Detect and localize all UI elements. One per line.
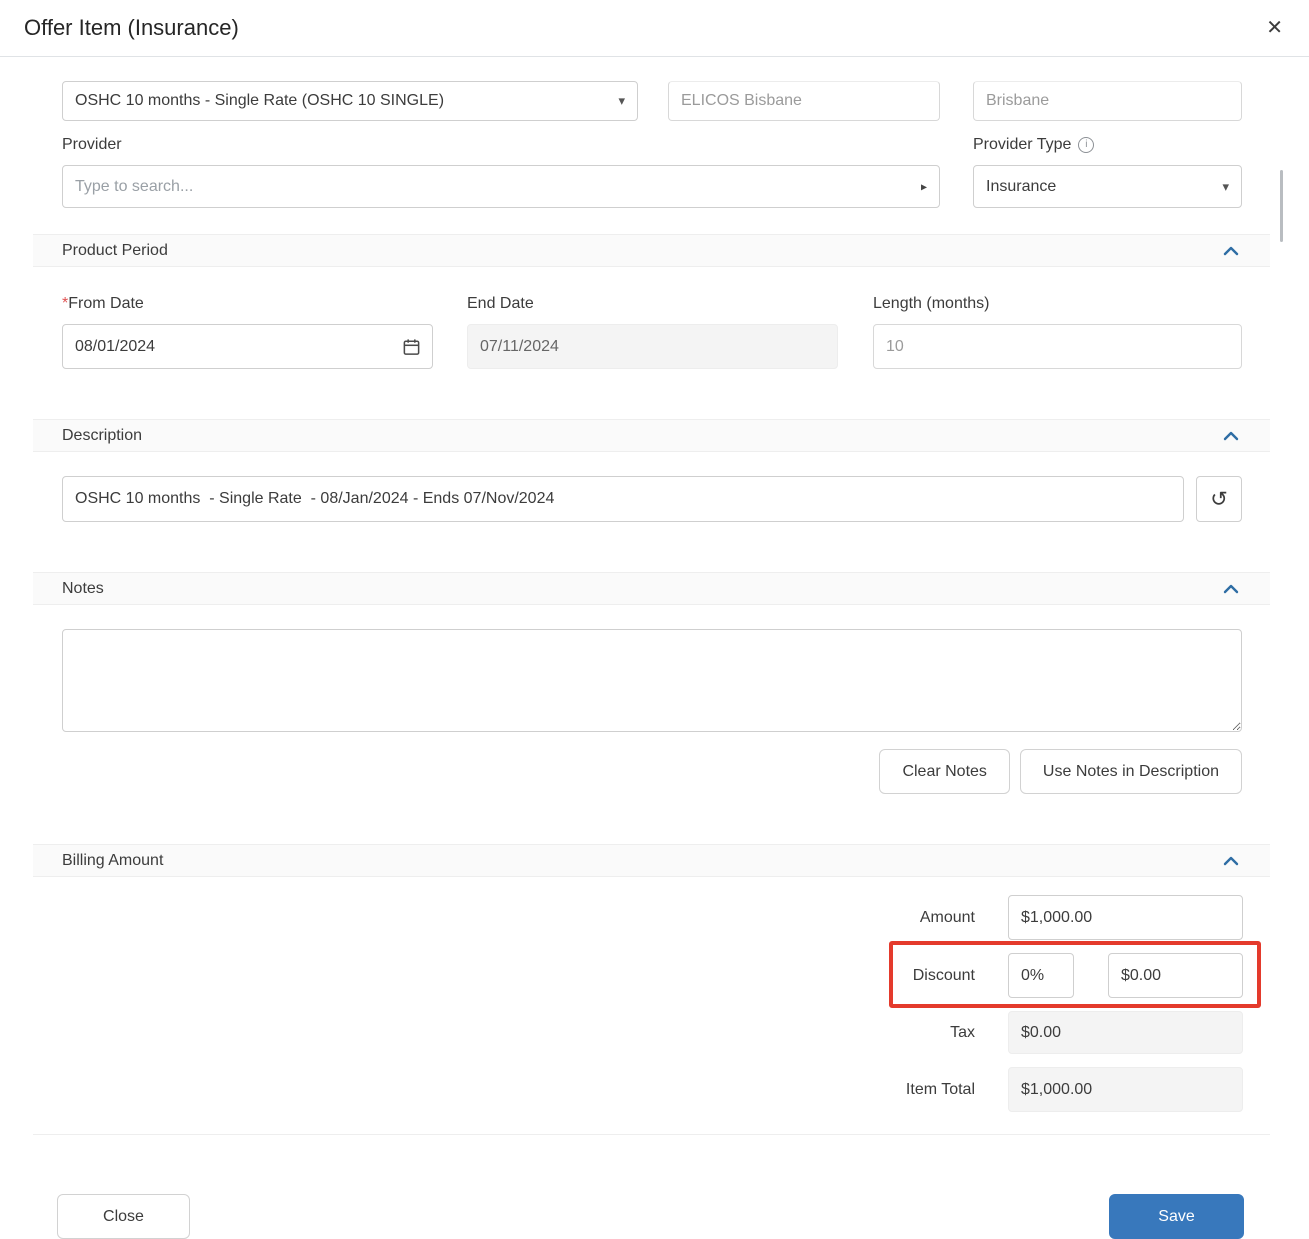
provider-row: Provider ▸ Provider Typei Insurance ▾ <box>62 134 1242 208</box>
section-product-period: Product Period *From Date <box>33 234 1270 393</box>
product-select-value: OSHC 10 months - Single Rate (OSHC 10 SI… <box>75 92 444 110</box>
modal-content: OSHC 10 months - Single Rate (OSHC 10 SI… <box>0 57 1309 1239</box>
discount-amount-input[interactable] <box>1108 953 1243 998</box>
description-input[interactable] <box>62 476 1184 522</box>
amount-label: Amount <box>920 909 975 927</box>
amount-input[interactable] <box>1008 895 1243 940</box>
provider-search-input[interactable] <box>62 165 940 208</box>
section-header-billing-amount: Billing Amount <box>33 844 1270 877</box>
collapse-chevron-icon[interactable] <box>1222 582 1240 596</box>
discount-percent-input[interactable] <box>1008 953 1074 998</box>
discount-row: Discount <box>62 953 1243 998</box>
section-notes: Notes Clear Notes Use Notes in Descripti… <box>33 572 1270 818</box>
end-date-field: 07/11/2024 <box>467 324 838 369</box>
scrollbar-thumb[interactable] <box>1280 170 1283 242</box>
item-total-label: Item Total <box>906 1081 975 1099</box>
section-header-notes: Notes <box>33 572 1270 605</box>
campus-field[interactable] <box>973 81 1242 121</box>
chevron-down-icon: ▾ <box>1222 179 1229 195</box>
chevron-down-icon: ▾ <box>618 93 625 109</box>
length-label: Length (months) <box>873 293 1242 315</box>
use-notes-in-description-button[interactable]: Use Notes in Description <box>1020 749 1242 794</box>
close-button[interactable]: Close <box>57 1194 190 1239</box>
save-button[interactable]: Save <box>1109 1194 1244 1239</box>
end-date-label: End Date <box>467 293 838 315</box>
section-header-description: Description <box>33 419 1270 452</box>
collapse-chevron-icon[interactable] <box>1222 429 1240 443</box>
page-title: Offer Item (Insurance) <box>24 15 239 41</box>
from-date-input[interactable] <box>62 324 433 369</box>
item-total-row: Item Total $1,000.00 <box>62 1067 1243 1112</box>
section-billing-amount: Billing Amount Amount Discount Tax $0.00… <box>33 844 1270 1135</box>
reset-description-button[interactable]: ↺ <box>1196 476 1242 522</box>
info-icon[interactable]: i <box>1078 137 1094 153</box>
item-total-field: $1,000.00 <box>1008 1067 1243 1112</box>
provider-type-select[interactable]: Insurance ▾ <box>973 165 1242 208</box>
section-title: Product Period <box>62 242 168 260</box>
close-icon[interactable]: ✕ <box>1266 18 1283 38</box>
section-title: Description <box>62 427 142 445</box>
discount-label: Discount <box>913 967 975 985</box>
clear-notes-button[interactable]: Clear Notes <box>879 749 1009 794</box>
from-date-label: *From Date <box>62 293 433 315</box>
section-title: Billing Amount <box>62 852 163 870</box>
provider-type-label: Provider Typei <box>973 134 1242 156</box>
amount-row: Amount <box>62 895 1243 940</box>
collapse-chevron-icon[interactable] <box>1222 244 1240 258</box>
tax-label: Tax <box>950 1024 975 1042</box>
section-header-product-period: Product Period <box>33 234 1270 267</box>
tax-row: Tax $0.00 <box>62 1011 1243 1054</box>
length-input[interactable] <box>873 324 1242 369</box>
calendar-icon[interactable] <box>402 337 421 356</box>
tax-field: $0.00 <box>1008 1011 1243 1054</box>
notes-textarea[interactable] <box>62 629 1242 732</box>
provider-label: Provider <box>62 134 940 156</box>
course-field[interactable] <box>668 81 940 121</box>
collapse-chevron-icon[interactable] <box>1222 854 1240 868</box>
top-field-row: OSHC 10 months - Single Rate (OSHC 10 SI… <box>62 81 1242 121</box>
section-title: Notes <box>62 580 104 598</box>
modal-footer: Close Save <box>33 1194 1270 1239</box>
product-select[interactable]: OSHC 10 months - Single Rate (OSHC 10 SI… <box>62 81 638 121</box>
provider-type-value: Insurance <box>986 178 1056 196</box>
modal-header: Offer Item (Insurance) ✕ <box>0 0 1309 57</box>
section-description: Description ↺ <box>33 419 1270 546</box>
expand-right-icon[interactable]: ▸ <box>921 179 927 193</box>
reset-icon: ↺ <box>1210 487 1228 512</box>
